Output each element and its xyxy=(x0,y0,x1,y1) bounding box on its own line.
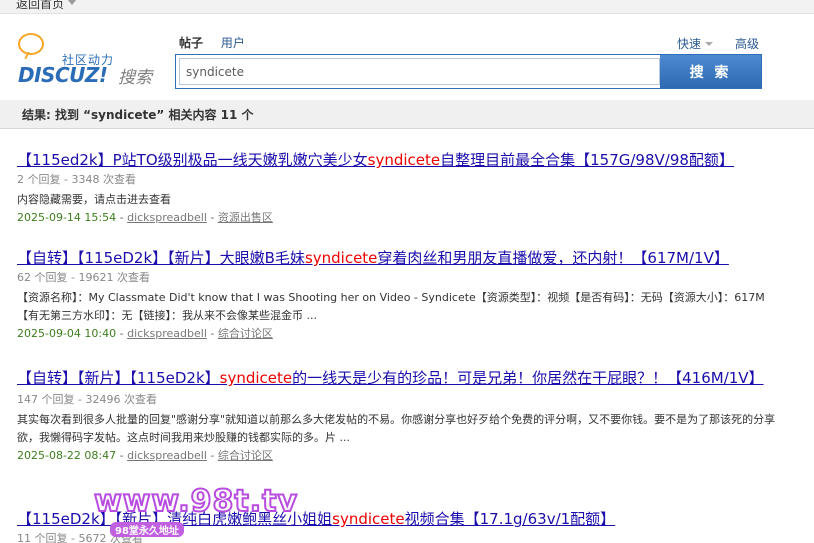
search-header: 社区动力 DISCUZ! 搜索 帖子 用户 快速 高级 搜 索 xyxy=(0,15,814,100)
title-highlight: syndicete xyxy=(304,249,378,267)
result-title-link[interactable]: 【自转】【新片】【115eD2k】syndicete的一线天是少有的珍品！可是兄… xyxy=(17,367,777,390)
search-type-tabs: 帖子 用户 xyxy=(179,34,259,51)
result-title-link[interactable]: 【115ed2k】P站TO级别极品一线天嫩乳嫩穴美少女syndicete自整理目… xyxy=(17,150,777,170)
result-snippet: 【资源名称】：My Classmate Did't know that I wa… xyxy=(17,291,765,322)
logo-brand: DISCUZ! xyxy=(18,63,108,87)
top-bar: 返回首页 xyxy=(0,0,814,14)
result-info: 2025-09-04 10:40 - dickspreadbell - 综合讨论… xyxy=(17,327,273,340)
title-highlight: syndicete xyxy=(332,510,405,528)
author-link[interactable]: dickspreadbell xyxy=(127,327,207,340)
tab-users[interactable]: 用户 xyxy=(221,36,245,50)
result-stats: 147 个回复 - 32496 次查看 xyxy=(17,393,157,406)
logo-search-word: 搜索 xyxy=(118,68,152,88)
result-info: 2025-09-14 15:54 - dickspreadbell - 资源出售… xyxy=(17,211,273,224)
chevron-down-icon xyxy=(68,0,77,5)
result-item: 【自转】【115eD2k】【新片】大眼嫩B毛妹syndicete穿着肉丝和男朋友… xyxy=(17,248,777,341)
result-summary: 结果: 找到 “syndicete” 相关内容 11 个 xyxy=(22,108,254,122)
advanced-search-link[interactable]: 高级 xyxy=(735,35,759,52)
title-text: 视频合集【17.1g/63v/1配额】 xyxy=(404,510,616,528)
watermark-text: www.98t.tv xyxy=(93,483,299,520)
quick-search-dropdown[interactable]: 快速 xyxy=(677,35,714,52)
forum-link[interactable]: 综合讨论区 xyxy=(218,449,273,462)
discuz-logo[interactable]: 社区动力 DISCUZ! 搜索 xyxy=(16,33,161,89)
forum-link[interactable]: 资源出售区 xyxy=(218,211,273,224)
title-text: 穿着肉丝和男朋友直播做爱，还内射！【617M/1V】 xyxy=(377,249,729,267)
result-summary-bar: 结果: 找到 “syndicete” 相关内容 11 个 xyxy=(0,100,814,129)
site-watermark: www.98t.tv 98堂永久地址 xyxy=(90,483,298,540)
search-box: 搜 索 xyxy=(175,54,762,89)
result-stats: 2 个回复 - 3348 次查看 xyxy=(17,173,136,186)
post-date: 2025-09-04 10:40 xyxy=(17,327,117,340)
post-date: 2025-08-22 08:47 xyxy=(17,449,117,462)
result-stats: 62 个回复 - 19621 次查看 xyxy=(17,271,150,284)
back-home-link[interactable]: 返回首页 xyxy=(16,0,77,12)
back-home-label: 返回首页 xyxy=(16,0,65,11)
title-highlight: syndicete xyxy=(219,369,293,387)
quick-search-label: 快速 xyxy=(677,37,702,51)
result-info: 2025-08-22 08:47 - dickspreadbell - 综合讨论… xyxy=(17,449,273,462)
title-text: 【自转】【115eD2k】【新片】大眼嫩B毛妹 xyxy=(17,249,305,267)
result-item: 【115ed2k】P站TO级别极品一线天嫩乳嫩穴美少女syndicete自整理目… xyxy=(17,150,777,225)
title-highlight: syndicete xyxy=(367,151,441,169)
search-button[interactable]: 搜 索 xyxy=(660,55,761,88)
result-title-link[interactable]: 【自转】【115eD2k】【新片】大眼嫩B毛妹syndicete穿着肉丝和男朋友… xyxy=(17,248,777,268)
forum-link[interactable]: 综合讨论区 xyxy=(218,327,273,340)
result-item: 【自转】【新片】【115eD2k】syndicete的一线天是少有的珍品！可是兄… xyxy=(17,367,777,463)
watermark-subtext: 98堂永久地址 xyxy=(110,522,184,537)
title-text: 【115ed2k】P站TO级别极品一线天嫩乳嫩穴美少女 xyxy=(17,151,368,169)
tab-posts[interactable]: 帖子 xyxy=(179,36,203,50)
speech-bubble-tail xyxy=(24,52,35,59)
result-snippet: 其实每次看到很多人批量的回复"感谢分享"就知道以前那么多大佬发帖的不易。你感谢分… xyxy=(17,413,776,444)
title-text: 【自转】【新片】【115eD2k】 xyxy=(17,369,220,387)
search-input[interactable] xyxy=(179,58,660,85)
author-link[interactable]: dickspreadbell xyxy=(127,449,207,462)
result-snippet: 内容隐藏需要，请点击进去查看 xyxy=(17,193,171,206)
title-text: 自整理目前最全合集【157G/98V/98配额】 xyxy=(440,151,734,169)
post-date: 2025-09-14 15:54 xyxy=(17,211,117,224)
chevron-down-icon xyxy=(705,42,714,46)
title-text: 的一线天是少有的珍品！可是兄弟！你居然在干屁眼？！【416M/1V】 xyxy=(292,369,764,387)
author-link[interactable]: dickspreadbell xyxy=(127,211,207,224)
